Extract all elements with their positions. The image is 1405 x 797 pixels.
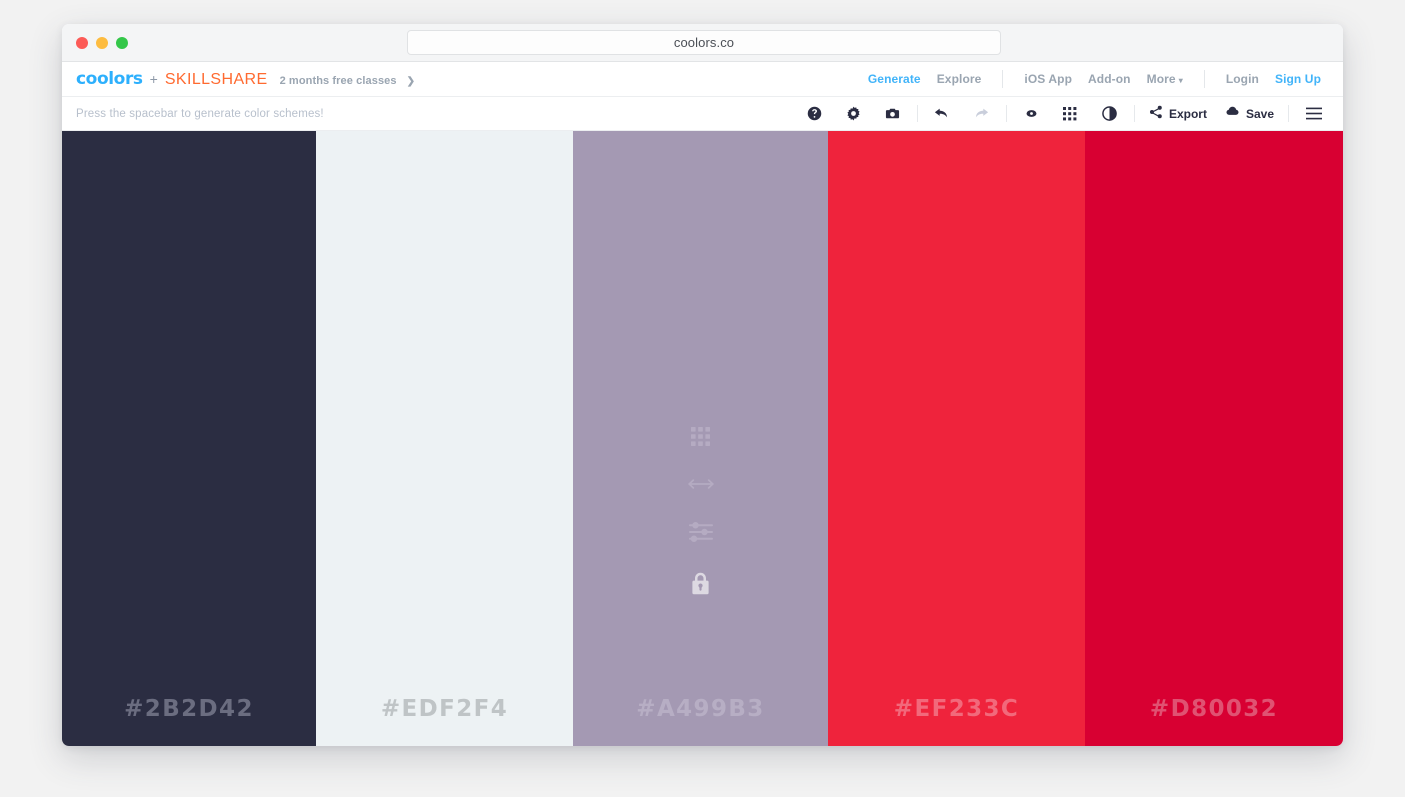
- browser-window: coolors.co coolors + SKILLSHARE 2 months…: [62, 24, 1343, 746]
- nav-divider-1: [1002, 70, 1004, 88]
- eye-icon[interactable]: [1012, 97, 1051, 131]
- address-bar[interactable]: coolors.co: [407, 30, 1001, 55]
- minimize-button[interactable]: [96, 37, 108, 49]
- contrast-icon[interactable]: [1090, 97, 1129, 131]
- export-button[interactable]: Export: [1140, 97, 1216, 131]
- nav-login[interactable]: Login: [1226, 72, 1259, 86]
- color-hex-label[interactable]: #D80032: [1150, 696, 1278, 722]
- nav-sign-up[interactable]: Sign Up: [1275, 72, 1321, 86]
- nav-add-on[interactable]: Add-on: [1088, 72, 1131, 86]
- nav-more-label: More: [1146, 72, 1176, 86]
- coolors-logo[interactable]: coolors: [76, 69, 143, 89]
- undo-icon[interactable]: [923, 97, 962, 131]
- drag-horizontal-icon[interactable]: [687, 476, 714, 492]
- nav-divider-2: [1203, 70, 1205, 88]
- spacebar-hint: Press the spacebar to generate color sch…: [76, 107, 324, 120]
- close-button[interactable]: [76, 37, 88, 49]
- swatch-action-icons: [573, 427, 828, 595]
- url-text: coolors.co: [673, 35, 735, 50]
- toolbar-divider-3: [1133, 105, 1135, 122]
- color-swatch[interactable]: #EF233C: [828, 131, 1085, 746]
- save-button[interactable]: Save: [1216, 97, 1283, 131]
- color-hex-label[interactable]: #2B2D42: [124, 696, 254, 722]
- adjust-sliders-icon[interactable]: [688, 522, 713, 542]
- toolbar-divider-4: [1288, 105, 1289, 122]
- redo-icon[interactable]: [962, 97, 1001, 131]
- brand-area[interactable]: coolors + SKILLSHARE 2 months free class…: [76, 69, 415, 89]
- save-label: Save: [1245, 106, 1274, 121]
- gear-icon[interactable]: [834, 97, 873, 131]
- chevron-down-icon: ▾: [1178, 76, 1183, 85]
- share-icon: [1149, 105, 1163, 122]
- toolbar-actions: Export Save: [795, 97, 1333, 130]
- browser-titlebar: coolors.co: [62, 24, 1343, 62]
- nav-ios-app[interactable]: iOS App: [1024, 72, 1072, 86]
- color-swatch[interactable]: #EDF2F4: [316, 131, 573, 746]
- color-palette: #2B2D42 #EDF2F4 #A499B3 #EF233C #D80032: [62, 131, 1343, 746]
- nav-primary-group: Generate Explore: [860, 70, 990, 88]
- app-toolbar: Press the spacebar to generate color sch…: [62, 97, 1343, 131]
- grid-icon[interactable]: [1051, 97, 1090, 131]
- screen-root: coolors.co coolors + SKILLSHARE 2 months…: [0, 0, 1405, 797]
- grid-dots-icon[interactable]: [691, 427, 710, 446]
- window-traffic-lights: [76, 37, 128, 49]
- maximize-button[interactable]: [116, 37, 128, 49]
- brand-plus-sign: +: [149, 71, 158, 87]
- lock-icon[interactable]: [691, 572, 710, 595]
- site-header: coolors + SKILLSHARE 2 months free class…: [62, 62, 1343, 97]
- cloud-icon: [1225, 105, 1240, 122]
- camera-icon[interactable]: [873, 97, 912, 131]
- color-hex-label[interactable]: #EF233C: [894, 696, 1019, 722]
- color-swatch[interactable]: #D80032: [1085, 131, 1343, 746]
- nav-more[interactable]: More ▾: [1147, 72, 1183, 86]
- toolbar-divider-2: [1005, 105, 1007, 122]
- promo-text[interactable]: 2 months free classes: [280, 75, 397, 87]
- export-label: Export: [1168, 106, 1207, 121]
- header-nav: Generate Explore iOS App Add-on More ▾ Lo…: [860, 62, 1329, 96]
- nav-account-group: Login Sign Up: [1218, 70, 1329, 88]
- nav-explore[interactable]: Explore: [937, 72, 982, 86]
- nav-secondary-group: iOS App Add-on More ▾: [1016, 70, 1190, 88]
- color-hex-label[interactable]: #EDF2F4: [381, 696, 508, 722]
- nav-generate[interactable]: Generate: [868, 72, 921, 86]
- color-hex-label[interactable]: #A499B3: [636, 696, 764, 722]
- color-swatch[interactable]: #A499B3: [573, 131, 828, 746]
- toolbar-divider-1: [916, 105, 918, 122]
- skillshare-logo[interactable]: SKILLSHARE: [165, 71, 268, 89]
- help-icon[interactable]: [795, 97, 834, 131]
- color-swatch[interactable]: #2B2D42: [62, 131, 316, 746]
- hamburger-menu-icon[interactable]: [1294, 97, 1333, 131]
- promo-arrow-icon: ❯: [406, 76, 415, 87]
